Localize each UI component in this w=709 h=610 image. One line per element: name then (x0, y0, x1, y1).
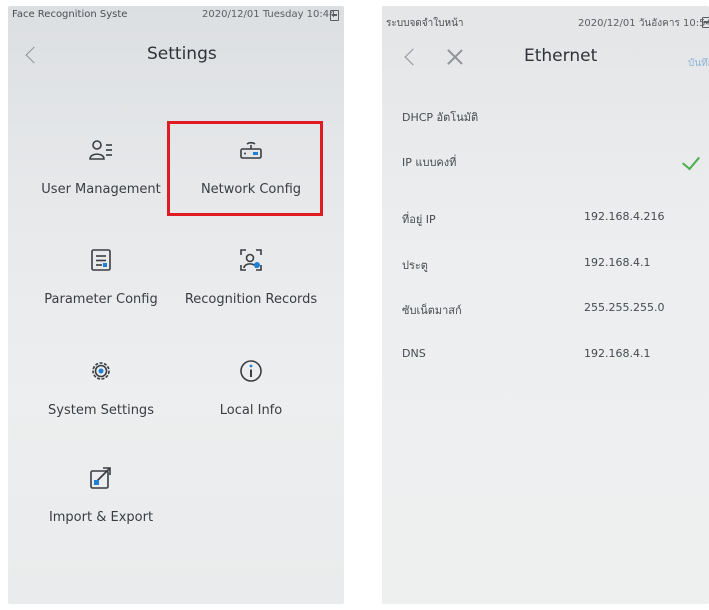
field-value: 192.168.4.1 (584, 256, 651, 269)
option-label: IP แบบคงที่ (402, 156, 457, 169)
field-label: ที่อยู่ IP (402, 213, 436, 226)
tile-parameter-config[interactable]: Parameter Config (26, 248, 176, 332)
page-title: Ethernet (524, 46, 598, 66)
back-button[interactable] (402, 48, 422, 68)
ethernet-screen: ระบบจดจำใบหน้า 2020/12/01 วันอังคาร 10:5… (382, 6, 709, 604)
tile-label: System Settings (48, 403, 154, 418)
tile-label: Local Info (219, 403, 283, 418)
face-scan-icon (240, 249, 262, 271)
field-label: DNS (402, 347, 426, 360)
field-subnet-mask[interactable]: ซับเน็ตมาสก์ 255.255.255.0 (382, 293, 709, 323)
router-icon (240, 141, 262, 159)
field-gateway[interactable]: ประตู 192.168.4.1 (382, 248, 709, 278)
field-value: 192.168.4.1 (584, 347, 651, 360)
close-button[interactable] (444, 47, 465, 67)
save-button[interactable]: บันทึก (688, 56, 709, 71)
tile-label: User Management (41, 182, 161, 197)
option-label: DHCP อัตโนมัติ (402, 111, 479, 124)
back-button[interactable] (23, 46, 43, 66)
tile-user-management[interactable]: User Management (26, 138, 176, 222)
field-value: 255.255.255.0 (584, 301, 665, 314)
status-datetime: 2020/12/01 Tuesday 10:44 (202, 9, 336, 20)
battery-icon (702, 17, 709, 28)
status-datetime: 2020/12/01 วันอังคาร 10:54 (578, 18, 709, 29)
option-static-ip[interactable]: IP แบบคงที่ (382, 145, 709, 175)
field-label: ประตู (402, 259, 428, 272)
tile-recognition-records[interactable]: Recognition Records (176, 248, 326, 332)
gear-icon (92, 362, 110, 380)
info-icon (240, 360, 262, 382)
settings-screen: Face Recognition Syste 2020/12/01 Tuesda… (8, 6, 344, 604)
tile-import-export[interactable]: Import & Export (26, 466, 176, 550)
tile-system-settings[interactable]: System Settings (26, 359, 176, 443)
tile-label: Parameter Config (44, 292, 158, 307)
tile-local-info[interactable]: Local Info (176, 359, 326, 443)
tile-network-config[interactable]: Network Config (176, 138, 326, 222)
status-app-name: Face Recognition Syste (12, 9, 128, 20)
tile-label: Recognition Records (184, 292, 318, 307)
option-dhcp[interactable]: DHCP อัตโนมัติ (382, 100, 709, 130)
import-export-icon (90, 467, 111, 489)
field-label: ซับเน็ตมาสก์ (402, 304, 462, 317)
parameter-doc-icon (91, 249, 111, 271)
page-title: Settings (147, 44, 217, 64)
tile-label: Network Config (200, 182, 302, 197)
battery-icon (330, 10, 339, 21)
field-dns[interactable]: DNS 192.168.4.1 (382, 339, 709, 369)
tile-label: Import & Export (48, 510, 154, 525)
field-ip-address[interactable]: ที่อยู่ IP 192.168.4.216 (382, 202, 709, 232)
user-list-icon (89, 140, 112, 160)
status-app-name: ระบบจดจำใบหน้า (386, 18, 464, 29)
field-value: 192.168.4.216 (584, 210, 665, 223)
